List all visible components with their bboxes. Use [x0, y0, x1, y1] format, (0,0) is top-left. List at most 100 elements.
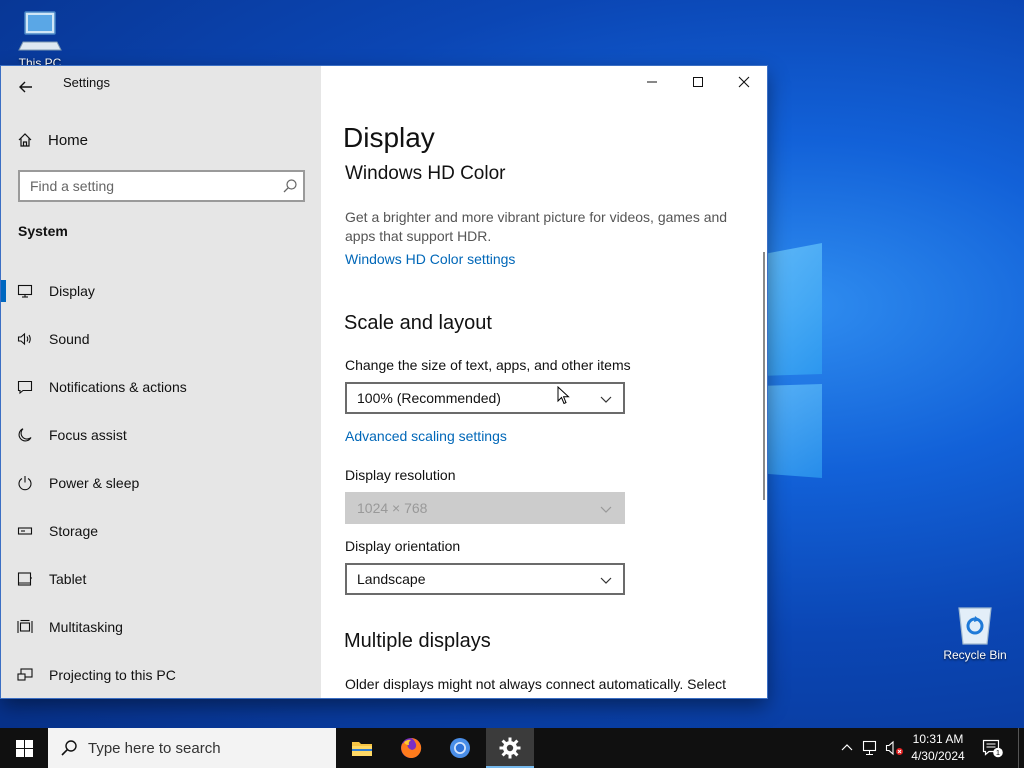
- chevron-down-icon: [600, 396, 612, 403]
- advanced-scaling-link[interactable]: Advanced scaling settings: [345, 428, 507, 444]
- search-icon[interactable]: [282, 178, 298, 194]
- moon-icon: [1, 427, 49, 443]
- find-setting-search: [18, 170, 305, 202]
- chrome-icon: [450, 738, 470, 758]
- gear-icon: [499, 737, 521, 759]
- sidebar-item-focus-assist[interactable]: Focus assist: [1, 415, 321, 455]
- projecting-icon: [1, 667, 49, 683]
- sidebar-item-label: Storage: [49, 523, 99, 539]
- desktop-icon-label: Recycle Bin: [943, 648, 1007, 662]
- sidebar-item-multitasking[interactable]: Multitasking: [1, 607, 321, 647]
- resolution-label: Display resolution: [345, 467, 456, 483]
- settings-window: Settings Home System Display: [1, 66, 767, 698]
- sidebar-item-label: Power & sleep: [49, 475, 140, 491]
- show-desktop-button[interactable]: [1018, 728, 1024, 768]
- resolution-dropdown-value: 1024 × 768: [357, 500, 428, 516]
- home-icon: [18, 133, 32, 147]
- notification-badge: 1: [996, 748, 1000, 757]
- taskbar-clock[interactable]: 10:31 AM 4/30/2024: [904, 731, 972, 765]
- notification-icon: [1, 379, 49, 395]
- sidebar-item-tablet[interactable]: Tablet: [1, 559, 321, 599]
- recycle-bin-icon: [958, 607, 992, 645]
- find-setting-input[interactable]: [20, 172, 270, 200]
- scale-dropdown-value: 100% (Recommended): [357, 390, 501, 406]
- storage-icon: [1, 523, 49, 539]
- volume-tray-button[interactable]: [884, 728, 906, 768]
- sidebar-item-power-sleep[interactable]: Power & sleep: [1, 463, 321, 503]
- orientation-dropdown[interactable]: Landscape: [345, 563, 625, 595]
- sidebar-item-storage[interactable]: Storage: [1, 511, 321, 551]
- speaker-icon: [1, 331, 49, 347]
- scale-dropdown[interactable]: 100% (Recommended): [345, 382, 625, 414]
- back-arrow-icon: [19, 81, 32, 93]
- monitor-icon: [1, 283, 49, 299]
- sidebar-item-label: Notifications & actions: [49, 379, 187, 395]
- power-icon: [1, 475, 49, 491]
- sidebar-item-notifications[interactable]: Notifications & actions: [1, 367, 321, 407]
- scale-layout-heading: Scale and layout: [344, 312, 492, 334]
- taskbar-app-firefox[interactable]: [387, 728, 435, 768]
- folder-icon: [352, 742, 372, 756]
- orientation-label: Display orientation: [345, 538, 461, 554]
- clock-time: 10:31 AM: [912, 732, 964, 746]
- action-center-button[interactable]: 1: [978, 728, 1008, 768]
- network-tray-button[interactable]: [860, 728, 882, 768]
- taskbar-app-file-explorer[interactable]: [338, 728, 386, 768]
- chevron-down-icon: [600, 577, 612, 584]
- chevron-down-icon: [600, 506, 612, 513]
- chevron-up-icon: [841, 744, 853, 751]
- taskbar-app-settings[interactable]: [486, 728, 534, 768]
- sidebar-item-label: Multitasking: [49, 619, 123, 635]
- multiple-displays-heading: Multiple displays: [344, 630, 491, 652]
- multitasking-icon: [1, 619, 49, 635]
- action-center-icon: 1: [982, 739, 1003, 758]
- taskbar: Type here to search 10:31 AM 4/30/2024 1: [0, 728, 1024, 768]
- sidebar-item-label: Focus assist: [49, 427, 127, 443]
- sidebar-item-projecting[interactable]: Projecting to this PC: [1, 655, 321, 695]
- maximize-button[interactable]: [675, 66, 721, 98]
- sidebar-item-display[interactable]: Display: [1, 271, 321, 311]
- maximize-icon: [693, 77, 703, 87]
- window-title: Settings: [63, 75, 110, 90]
- nav-section-header: System: [18, 223, 68, 239]
- windows-start-icon: [15, 739, 33, 757]
- content-pane: Display Windows HD Color Get a brighter …: [321, 66, 767, 698]
- start-button[interactable]: [0, 728, 48, 768]
- taskbar-search-placeholder: Type here to search: [88, 739, 221, 757]
- volume-muted-icon: [885, 740, 903, 756]
- firefox-icon: [401, 737, 422, 758]
- multiple-displays-description: Older displays might not always connect …: [345, 676, 727, 692]
- search-icon: [61, 740, 77, 756]
- page-title: Display: [343, 122, 435, 153]
- close-icon: [738, 76, 750, 88]
- hd-color-settings-link[interactable]: Windows HD Color settings: [345, 251, 515, 267]
- show-hidden-icons-button[interactable]: [838, 728, 856, 768]
- hd-color-description: Get a brighter and more vibrant picture …: [345, 209, 728, 244]
- back-button[interactable]: [11, 72, 41, 102]
- sidebar-item-label: Projecting to this PC: [49, 667, 176, 683]
- clock-date: 4/30/2024: [911, 749, 965, 763]
- desktop-icon-recycle-bin[interactable]: Recycle Bin: [937, 602, 1013, 662]
- nav-home[interactable]: Home: [17, 129, 88, 151]
- sidebar-item-label: Tablet: [49, 571, 87, 587]
- tablet-icon: [1, 571, 49, 587]
- sidebar-item-sound[interactable]: Sound: [1, 319, 321, 359]
- orientation-dropdown-value: Landscape: [357, 571, 426, 587]
- network-icon: [862, 740, 877, 755]
- mouse-cursor-icon: [557, 386, 570, 405]
- navigation-pane: Settings Home System Display: [1, 66, 321, 698]
- desktop-icon-this-pc[interactable]: This PC: [2, 8, 78, 70]
- resolution-dropdown: 1024 × 768: [345, 492, 625, 524]
- minimize-icon: [647, 81, 657, 83]
- sidebar-item-label: Display: [49, 283, 95, 299]
- minimize-button[interactable]: [629, 66, 675, 98]
- content-scrollbar[interactable]: [763, 252, 765, 500]
- nav-home-label: Home: [48, 131, 89, 149]
- sidebar-item-label: Sound: [49, 331, 90, 347]
- close-button[interactable]: [721, 66, 767, 98]
- scale-label: Change the size of text, apps, and other…: [345, 357, 631, 373]
- taskbar-app-chrome[interactable]: [436, 728, 484, 768]
- computer-icon: [18, 11, 62, 51]
- hd-color-heading: Windows HD Color: [345, 163, 506, 184]
- taskbar-search-box[interactable]: Type here to search: [48, 728, 336, 768]
